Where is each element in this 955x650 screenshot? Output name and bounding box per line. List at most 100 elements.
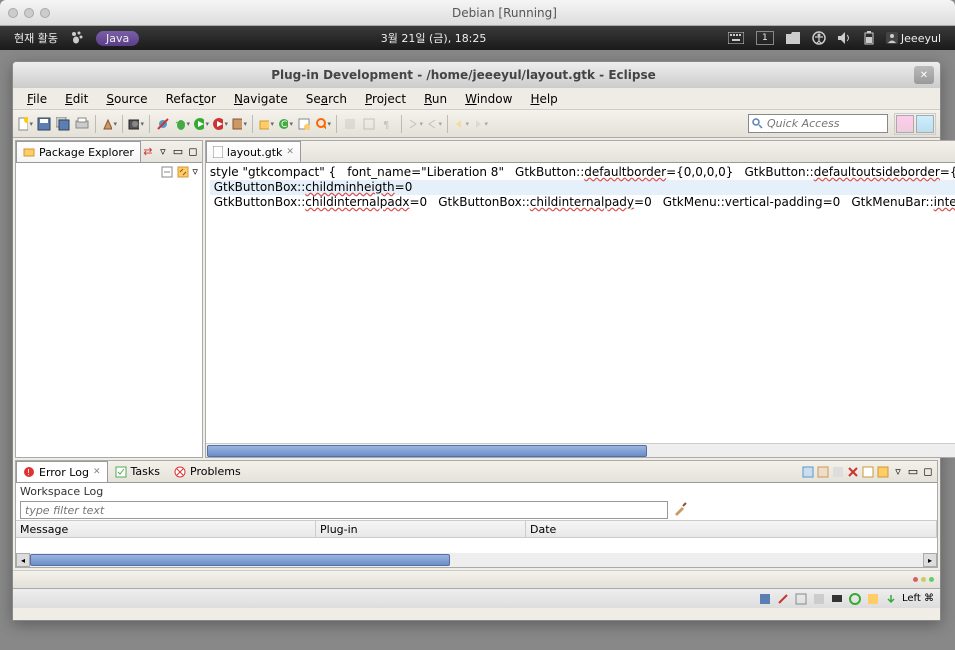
menu-source[interactable]: Source [98,90,155,108]
filter-input[interactable] [20,501,668,519]
menubar: File Edit Source Refactor Navigate Searc… [13,88,940,110]
status-box2-icon[interactable] [812,592,826,606]
workspace-indicator[interactable]: 1 [756,31,774,45]
quick-access-input[interactable] [748,114,888,133]
toggle-mark-icon[interactable] [342,116,358,132]
back-icon[interactable]: ▾ [453,116,469,132]
trim-bar [13,570,940,588]
minimize-icon[interactable]: ▭ [906,466,920,478]
run-last-icon[interactable]: ▾ [212,116,228,132]
run-icon[interactable]: ▾ [193,116,209,132]
menu-help[interactable]: Help [522,90,565,108]
maximize-icon[interactable]: ◻ [921,466,935,478]
build-icon[interactable]: ▾ [101,116,117,132]
activities-label[interactable]: 현재 활동 [14,30,58,46]
close-tab-icon[interactable]: ✕ [93,467,101,477]
link-with-editor-icon[interactable] [176,165,190,179]
svg-text:C: C [281,120,287,130]
statusbar: Left ⌘ [13,588,940,608]
menu-navigate[interactable]: Navigate [226,90,296,108]
vm-minimize-button[interactable] [24,8,34,18]
status-box1-icon[interactable] [794,592,808,606]
debug-icon[interactable]: ▾ [174,116,190,132]
status-disk-icon[interactable] [758,592,772,606]
package-icon [23,146,35,158]
new-icon[interactable]: ▾ [17,116,33,132]
print-icon[interactable] [74,116,90,132]
package-explorer-tab[interactable]: Package Explorer [16,141,141,162]
export-log-icon[interactable] [801,466,815,478]
menu-run[interactable]: Run [416,90,455,108]
menu-file[interactable]: File [19,90,55,108]
vm-zoom-button[interactable] [40,8,50,18]
gnome-foot-icon[interactable] [70,31,84,45]
col-plugin[interactable]: Plug-in [316,521,526,537]
open-log-icon[interactable] [861,466,875,478]
clock[interactable]: 3월 21일 (금), 18:25 [381,30,487,46]
close-editor-icon[interactable]: ✕ [286,147,294,157]
files-icon[interactable] [786,32,800,44]
screenshot-icon[interactable]: ▾ [128,116,144,132]
forward-icon[interactable]: ▾ [472,116,488,132]
error-icon: ! [23,466,35,478]
show-whitespace-icon[interactable]: ¶ [380,116,396,132]
close-button[interactable]: ✕ [914,66,934,84]
save-icon[interactable] [36,116,52,132]
open-type-icon[interactable] [296,116,312,132]
clear-log-icon[interactable] [831,466,845,478]
col-date[interactable]: Date [526,521,937,537]
search-icon[interactable]: ▾ [315,116,331,132]
restore-log-icon[interactable] [876,466,890,478]
vm-close-button[interactable] [8,8,18,18]
menu-edit[interactable]: Edit [57,90,96,108]
maximize-icon[interactable]: ◻ [186,146,200,158]
eclipse-window: Plug-in Development - /home/jeeeyul/layo… [12,61,941,621]
battery-icon[interactable] [864,31,874,45]
open-perspective-button[interactable] [896,115,914,133]
editor-body[interactable]: style "gtkcompact" { font_name="Liberati… [206,163,955,457]
next-annotation-icon[interactable]: ▾ [407,116,423,132]
view-menu-icon[interactable]: ▿ [891,466,905,478]
skip-breakpoints-icon[interactable] [155,116,171,132]
log-horizontal-scrollbar[interactable]: ◂ ▸ [16,553,937,567]
status-left-label: Left ⌘ [902,593,934,604]
toggle-block-icon[interactable] [361,116,377,132]
quick-access-icon [751,117,763,129]
collapse-all-icon[interactable] [160,165,174,179]
clear-filter-icon[interactable] [672,501,690,519]
java-perspective-indicator[interactable]: Java [96,31,139,46]
status-down-icon[interactable] [884,592,898,606]
keyboard-icon[interactable] [728,32,744,44]
menu-window[interactable]: Window [457,90,520,108]
link-editor-icon[interactable]: ⇄ [141,146,155,158]
menu-project[interactable]: Project [357,90,414,108]
editor-tab[interactable]: layout.gtk ✕ [206,141,301,162]
menu-refactor[interactable]: Refactor [158,90,224,108]
svg-text:!: ! [27,468,30,477]
minimize-icon[interactable]: ▭ [171,146,185,158]
horizontal-scrollbar[interactable] [206,443,955,457]
external-tools-icon[interactable]: ▾ [231,116,247,132]
menu-search[interactable]: Search [298,90,355,108]
error-log-tab[interactable]: ! Error Log ✕ [16,461,108,482]
focus-icon[interactable]: ▿ [192,165,198,179]
status-pen-icon[interactable] [776,592,790,606]
eclipse-titlebar[interactable]: Plug-in Development - /home/jeeeyul/layo… [13,62,940,88]
new-class-icon[interactable]: C▾ [277,116,293,132]
new-package-icon[interactable]: ▾ [258,116,274,132]
import-log-icon[interactable] [816,466,830,478]
view-menu-icon[interactable]: ▿ [156,146,170,158]
user-menu[interactable]: Jeeeyul [886,32,941,45]
delete-log-icon[interactable] [846,466,860,478]
status-monitor-icon[interactable] [830,592,844,606]
plugin-perspective-button[interactable] [916,115,934,133]
status-share-icon[interactable] [866,592,880,606]
volume-icon[interactable] [838,32,852,44]
save-all-icon[interactable] [55,116,71,132]
tasks-tab[interactable]: Tasks [108,461,167,482]
prev-annotation-icon[interactable]: ▾ [426,116,442,132]
accessibility-icon[interactable] [812,31,826,45]
col-message[interactable]: Message [16,521,316,537]
status-recycle-icon[interactable] [848,592,862,606]
problems-tab[interactable]: Problems [167,461,248,482]
